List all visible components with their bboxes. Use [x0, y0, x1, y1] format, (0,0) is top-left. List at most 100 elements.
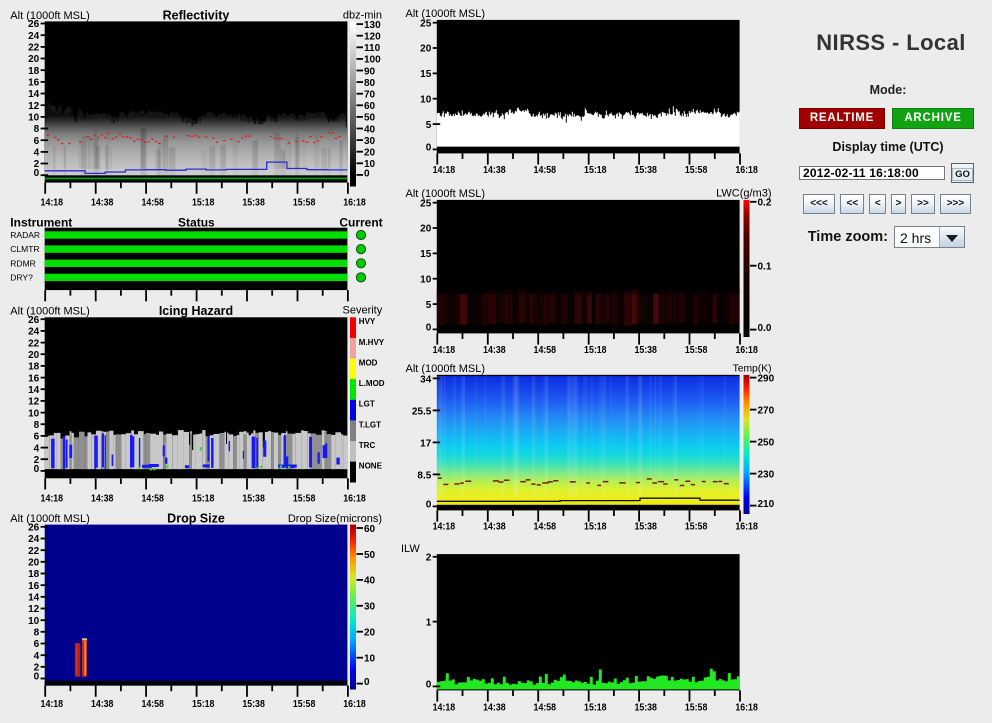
svg-text:14: 14 — [28, 89, 40, 100]
svg-text:L.MOD: L.MOD — [359, 379, 385, 388]
svg-text:6: 6 — [34, 136, 40, 147]
svg-text:0: 0 — [426, 322, 432, 333]
svg-text:14:58: 14:58 — [534, 521, 557, 532]
svg-text:16:18: 16:18 — [735, 345, 758, 356]
svg-text:20: 20 — [364, 148, 376, 159]
svg-text:15:18: 15:18 — [584, 702, 607, 713]
svg-text:80: 80 — [364, 78, 376, 89]
svg-text:230: 230 — [758, 469, 775, 480]
svg-text:14:58: 14:58 — [534, 165, 557, 176]
svg-text:40: 40 — [364, 124, 376, 135]
svg-text:2: 2 — [34, 159, 40, 170]
svg-text:14:18: 14:18 — [41, 493, 64, 504]
svg-text:4: 4 — [34, 651, 40, 662]
svg-text:14:58: 14:58 — [534, 345, 557, 356]
svg-text:6: 6 — [34, 432, 40, 443]
svg-text:210: 210 — [758, 499, 775, 510]
svg-text:10: 10 — [364, 159, 376, 170]
svg-text:LGT: LGT — [359, 400, 375, 409]
svg-text:8.5: 8.5 — [417, 470, 431, 481]
svg-text:15:38: 15:38 — [634, 345, 657, 356]
svg-text:Alt (1000ft MSL): Alt (1000ft MSL) — [10, 10, 89, 22]
svg-text:15:38: 15:38 — [242, 493, 265, 504]
svg-text:RDMR: RDMR — [10, 258, 36, 268]
svg-text:20: 20 — [28, 558, 40, 569]
svg-text:4: 4 — [34, 148, 40, 159]
svg-text:0.0: 0.0 — [758, 323, 772, 334]
svg-text:10: 10 — [420, 274, 432, 285]
svg-text:15:18: 15:18 — [584, 521, 607, 532]
svg-text:30: 30 — [364, 136, 376, 147]
svg-text:15:18: 15:18 — [192, 493, 215, 504]
svg-text:14:38: 14:38 — [483, 165, 506, 176]
svg-text:24: 24 — [28, 327, 40, 338]
svg-text:20: 20 — [28, 350, 40, 361]
svg-text:RADAR: RADAR — [10, 230, 40, 240]
svg-text:110: 110 — [364, 43, 381, 54]
svg-text:60: 60 — [364, 524, 376, 535]
svg-text:16: 16 — [28, 581, 40, 592]
svg-text:15: 15 — [420, 249, 432, 260]
svg-text:14:58: 14:58 — [141, 197, 164, 208]
svg-text:Severity: Severity — [343, 305, 383, 317]
svg-text:10: 10 — [28, 616, 40, 627]
svg-text:TRC: TRC — [359, 441, 376, 450]
svg-text:25: 25 — [420, 198, 432, 209]
svg-text:0.2: 0.2 — [758, 198, 772, 209]
svg-text:2: 2 — [426, 553, 432, 564]
svg-text:15:58: 15:58 — [293, 699, 316, 710]
svg-text:14:38: 14:38 — [91, 197, 114, 208]
svg-text:8: 8 — [34, 124, 40, 135]
svg-text:10: 10 — [364, 654, 376, 665]
svg-text:16:18: 16:18 — [735, 521, 758, 532]
svg-text:Status: Status — [178, 216, 215, 230]
svg-text:22: 22 — [28, 546, 40, 557]
svg-text:25.5: 25.5 — [412, 406, 432, 417]
svg-text:14:18: 14:18 — [433, 521, 456, 532]
svg-text:5: 5 — [426, 120, 432, 131]
svg-text:290: 290 — [758, 373, 775, 384]
svg-text:26: 26 — [28, 19, 40, 30]
svg-text:15:58: 15:58 — [293, 493, 316, 504]
svg-text:14:38: 14:38 — [91, 699, 114, 710]
svg-text:DRY?: DRY? — [10, 273, 33, 283]
svg-text:14:38: 14:38 — [483, 345, 506, 356]
svg-text:0: 0 — [426, 499, 432, 510]
svg-text:15:58: 15:58 — [685, 702, 708, 713]
svg-text:16: 16 — [28, 373, 40, 384]
svg-text:20: 20 — [420, 224, 432, 235]
svg-text:Alt (1000ft MSL): Alt (1000ft MSL) — [10, 306, 89, 318]
svg-text:15:58: 15:58 — [293, 197, 316, 208]
svg-text:14:18: 14:18 — [433, 345, 456, 356]
svg-text:Alt (1000ft MSL): Alt (1000ft MSL) — [406, 188, 485, 200]
svg-text:15:38: 15:38 — [634, 521, 657, 532]
svg-text:Drop Size: Drop Size — [167, 511, 225, 525]
svg-text:0: 0 — [364, 677, 370, 688]
svg-text:14:18: 14:18 — [433, 702, 456, 713]
svg-text:1: 1 — [426, 617, 432, 628]
svg-text:5: 5 — [426, 300, 432, 311]
svg-text:0.1: 0.1 — [758, 262, 772, 273]
svg-text:6: 6 — [34, 639, 40, 650]
svg-text:16:18: 16:18 — [343, 699, 366, 710]
svg-text:14:38: 14:38 — [483, 702, 506, 713]
svg-text:Reflectivity: Reflectivity — [163, 8, 230, 22]
svg-text:50: 50 — [364, 113, 376, 124]
svg-text:14:58: 14:58 — [141, 493, 164, 504]
svg-text:12: 12 — [28, 604, 40, 615]
svg-text:22: 22 — [28, 338, 40, 349]
svg-text:Alt (1000ft MSL): Alt (1000ft MSL) — [406, 363, 485, 375]
svg-text:16:18: 16:18 — [343, 493, 366, 504]
svg-text:8: 8 — [34, 420, 40, 431]
svg-text:15:18: 15:18 — [584, 345, 607, 356]
svg-text:8: 8 — [34, 628, 40, 639]
svg-text:20: 20 — [364, 628, 376, 639]
svg-text:22: 22 — [28, 43, 40, 54]
svg-text:16: 16 — [28, 78, 40, 89]
svg-text:10: 10 — [28, 408, 40, 419]
svg-text:MOD: MOD — [359, 358, 378, 367]
svg-text:16:18: 16:18 — [735, 702, 758, 713]
svg-text:10: 10 — [420, 94, 432, 105]
svg-text:HVY: HVY — [359, 317, 376, 326]
svg-text:12: 12 — [28, 397, 40, 408]
